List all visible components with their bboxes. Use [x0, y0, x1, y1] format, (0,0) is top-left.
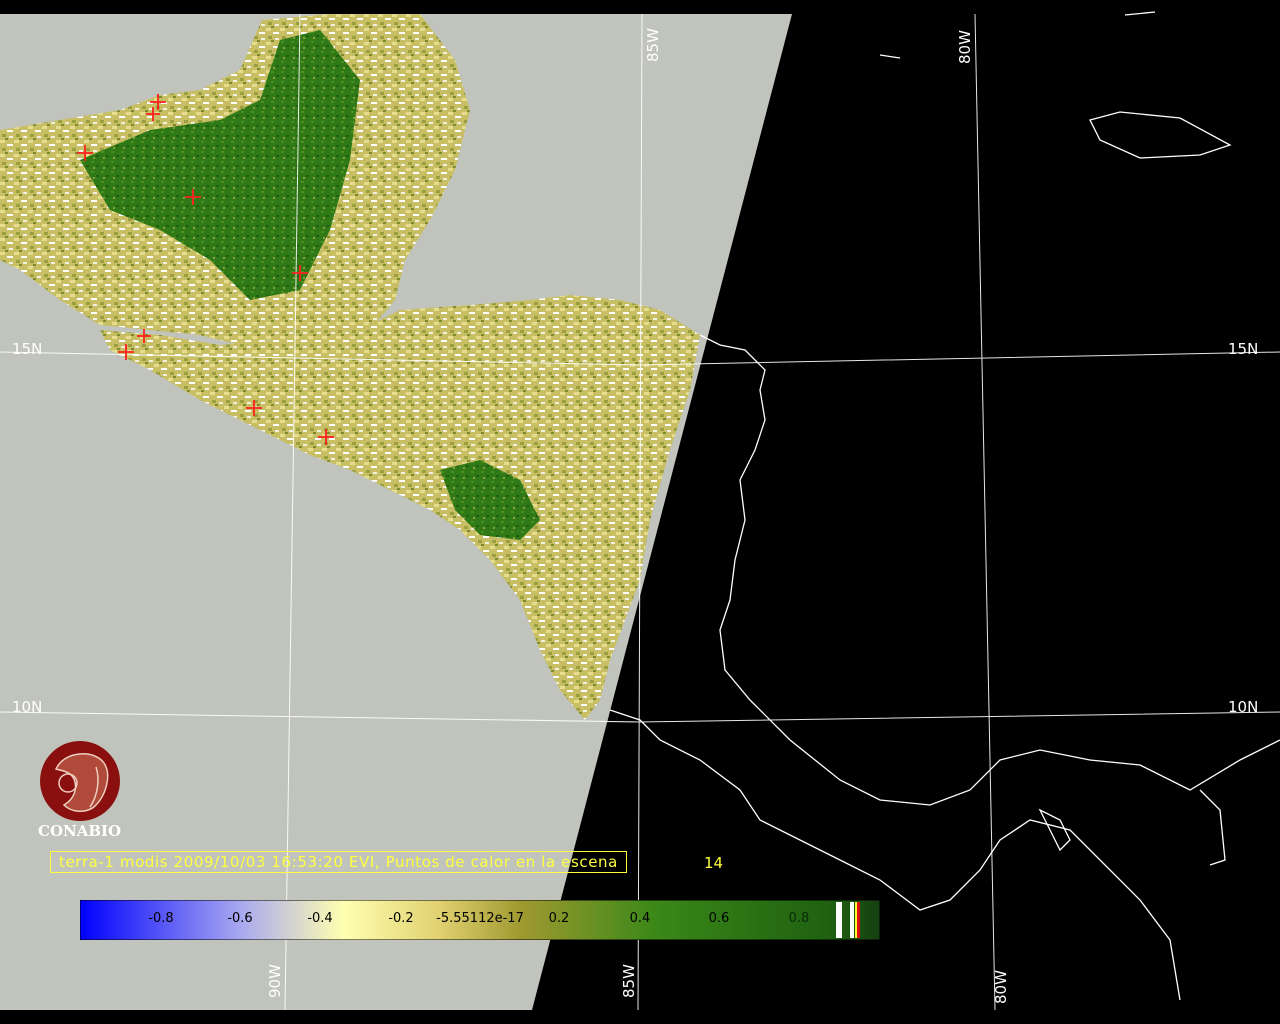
colorbar-white-band-2 [850, 902, 854, 938]
label-lon-80w-bottom: 80W [992, 970, 1010, 1004]
colorbar-tick: -0.4 [307, 911, 333, 926]
colorbar-tick: 0.6 [708, 911, 730, 926]
label-lon-90w-bottom: 90W [266, 964, 284, 998]
colorbar-tick: -5.55112e-17 [436, 911, 524, 926]
label-lat-10n-right: 10N [1228, 698, 1259, 716]
colorbar-tick: 0.8 [788, 911, 810, 926]
colorbar-red-band [857, 902, 860, 938]
hotspot-count: 14 [704, 854, 724, 872]
label-lat-15n-left: 15N [12, 340, 43, 358]
colorbar-white-band [836, 902, 842, 938]
scene-caption: terra-1 modis 2009/10/03 16:53:20 EVI, P… [50, 851, 627, 873]
colorbar-tick: 0.2 [548, 911, 570, 926]
colorbar-tick: -0.2 [388, 911, 414, 926]
label-lon-80w-top: 80W [956, 30, 974, 64]
label-lat-10n-left: 10N [12, 698, 43, 716]
colorbar-tick: -0.8 [148, 911, 174, 926]
label-lat-15n-right: 15N [1228, 340, 1259, 358]
conabio-logo-text: CONABIO [38, 822, 122, 840]
colorbar-yellow-band [855, 902, 857, 938]
colorbar-tick: 0.4 [629, 911, 651, 926]
label-lon-85w-bottom: 85W [620, 964, 638, 998]
label-lon-85w-top: 85W [644, 28, 662, 62]
colorbar-tick: -0.6 [227, 911, 253, 926]
